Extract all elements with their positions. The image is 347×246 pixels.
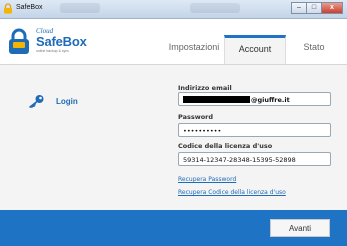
tab-stato[interactable]: Stato — [284, 35, 344, 64]
password-label: Password — [178, 113, 214, 121]
tab-account[interactable]: Account — [224, 35, 286, 64]
safebox-app-icon — [4, 3, 12, 14]
license-label: Codice della licenza d'uso — [178, 142, 273, 150]
recover-license-link[interactable]: Recupera Codice della licenza d'uso — [178, 189, 286, 196]
sidebar-item-login[interactable]: Login — [28, 94, 78, 108]
safebox-logo: Cloud SafeBox online backup & sync — [6, 25, 96, 59]
footer-bar: Avanti — [0, 210, 347, 246]
padlock-icon — [9, 28, 29, 54]
logo-line-3: online backup & sync — [36, 49, 70, 53]
key-icon — [29, 95, 44, 108]
email-field[interactable]: @giuffre.it — [178, 92, 331, 106]
title-bar: SafeBox – □ x — [0, 0, 347, 19]
email-label: Indirizzo email — [178, 84, 232, 92]
recover-password-link[interactable]: Recupera Password — [178, 176, 236, 183]
password-field[interactable]: •••••••••• — [178, 123, 331, 137]
redacted-email — [183, 96, 250, 103]
maximize-button[interactable]: □ — [306, 2, 322, 14]
minimize-button[interactable]: – — [291, 2, 307, 14]
close-button[interactable]: x — [321, 2, 343, 14]
window-title: SafeBox — [16, 4, 43, 11]
email-domain-text: @giuffre.it — [251, 96, 290, 104]
next-button[interactable]: Avanti — [270, 219, 330, 237]
tab-impostazioni[interactable]: Impostazioni — [166, 35, 222, 64]
logo-line-2: SafeBox — [36, 34, 87, 49]
blurred-area — [190, 3, 240, 13]
blurred-area — [60, 3, 100, 13]
header: Cloud SafeBox online backup & sync Impos… — [0, 19, 347, 65]
license-field[interactable]: 59314-12347-28348-15395-52898 — [178, 152, 331, 166]
sidebar-item-label: Login — [56, 96, 78, 106]
